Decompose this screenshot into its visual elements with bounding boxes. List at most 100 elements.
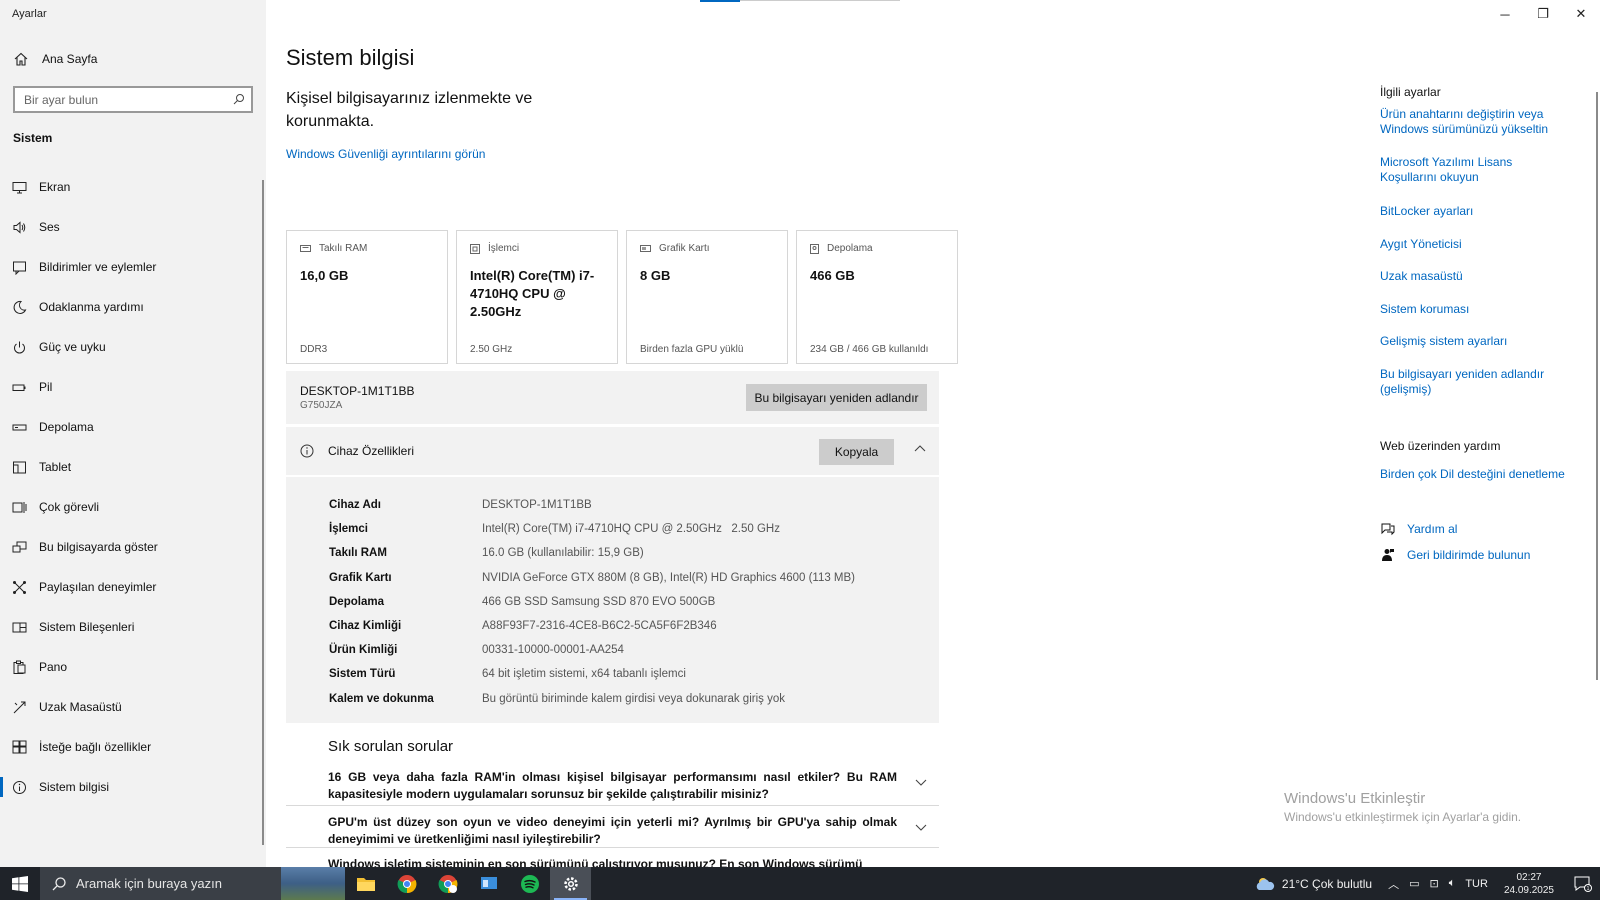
clock[interactable]: 02:27 24.09.2025 <box>1504 871 1554 897</box>
get-help-link[interactable]: Yardım al <box>1380 522 1457 536</box>
settings-search[interactable] <box>13 86 253 113</box>
language-indicator[interactable]: TUR <box>1465 878 1488 890</box>
system-tray: 21°C Çok bulutlu ︿ ▭ ⊡ 🔈︎ TUR 02:27 24.0… <box>1254 867 1600 900</box>
start-button[interactable] <box>0 867 40 900</box>
file-explorer-app[interactable] <box>345 867 386 900</box>
power-icon <box>14 341 25 353</box>
moon-icon <box>13 300 27 314</box>
device-specs-header[interactable]: Cihaz Özellikleri Kopyala <box>286 427 939 475</box>
faq-item[interactable]: Windows işletim sisteminin en son sürümü… <box>286 847 939 867</box>
card-label-text: Depolama <box>827 243 873 254</box>
sidebar-item-cok-gorevli[interactable]: Çok görevli <box>0 487 262 527</box>
spec-key: Cihaz Kimliği <box>329 620 402 633</box>
device-manager-link[interactable]: Aygıt Yöneticisi <box>1380 237 1570 252</box>
chevron-down-icon[interactable] <box>915 779 927 787</box>
search-input[interactable] <box>15 88 220 111</box>
license-terms-link[interactable]: Microsoft Yazılımı Lisans Koşullarını ok… <box>1380 155 1570 185</box>
product-key-link[interactable]: Ürün anahtarını değiştirin veya Windows … <box>1380 107 1570 137</box>
gpu-card: Grafik Kartı 8 GB Birden fazla GPU yüklü <box>626 230 788 364</box>
sidebar-item-goster[interactable]: Bu bilgisayarda göster <box>0 527 262 567</box>
card-label-text: Takılı RAM <box>319 243 368 254</box>
advanced-settings-link[interactable]: Gelişmiş sistem ayarları <box>1380 334 1570 349</box>
sidebar-scrollbar[interactable] <box>262 180 264 845</box>
rename-advanced-link[interactable]: Bu bilgisayarı yeniden adlandır (gelişmi… <box>1380 367 1570 397</box>
device-name-bar: DESKTOP-1M1T1BB G750JZA Bu bilgisayarı y… <box>286 371 939 424</box>
monitor-icon <box>12 181 27 193</box>
spec-value: Intel(R) Core(TM) i7-4710HQ CPU @ 2.50GH… <box>482 523 780 536</box>
chrome-app[interactable] <box>386 867 427 900</box>
sidebar-item-label: Pano <box>39 660 68 674</box>
restore-button[interactable]: ❐ <box>1524 0 1562 28</box>
meet-icon[interactable]: ▭ <box>1409 877 1419 890</box>
sidebar-item-label: Sistem bilgisi <box>39 780 110 794</box>
windows-logo-icon <box>12 875 28 892</box>
network-icon[interactable]: ⊡ <box>1430 877 1439 890</box>
sidebar-item-tablet[interactable]: Tablet <box>0 447 262 487</box>
sidebar-nav: Ekran Ses Bildirimler ve eylemler Odakla… <box>0 167 262 807</box>
sidebar-item-sistem-bilgisi[interactable]: Sistem bilgisi <box>0 767 262 807</box>
sidebar-item-guc[interactable]: Güç ve uyku <box>0 327 262 367</box>
chrome-profile-app[interactable] <box>427 867 468 900</box>
copy-button[interactable]: Kopyala <box>819 439 894 465</box>
sidebar-item-label: Güç ve uyku <box>39 340 106 354</box>
home-label: Ana Sayfa <box>42 52 98 66</box>
card-subtext: DDR3 <box>300 344 328 355</box>
minimize-button[interactable]: ─ <box>1486 0 1524 28</box>
close-button[interactable]: ✕ <box>1562 0 1600 28</box>
spotify-app[interactable] <box>509 867 550 900</box>
activation-subtitle: Windows'u etkinleştirmek için Ayarlar'a … <box>1284 810 1522 824</box>
spec-key: Cihaz Adı <box>329 499 381 512</box>
chevron-down-icon[interactable] <box>915 824 927 832</box>
sidebar-item-pil[interactable]: Pil <box>0 367 262 407</box>
card-label: İşlemci <box>470 243 604 254</box>
web-help-title: Web üzerinden yardım <box>1380 439 1501 453</box>
system-protection-link[interactable]: Sistem koruması <box>1380 302 1570 317</box>
sidebar-item-odaklanma[interactable]: Odaklanma yardımı <box>0 287 262 327</box>
language-support-link[interactable]: Birden çok Dil desteğini denetleme <box>1380 467 1600 482</box>
notification-center-button[interactable]: 1 <box>1566 876 1600 892</box>
remote-desktop-app[interactable] <box>468 867 509 900</box>
sidebar-item-paylasilan[interactable]: Paylaşılan deneyimler <box>0 567 262 607</box>
volume-icon[interactable]: 🔈︎ <box>1449 877 1456 890</box>
settings-app[interactable] <box>550 867 591 900</box>
faq-item[interactable]: 16 GB veya daha fazla RAM'in olması kişi… <box>286 761 939 805</box>
spec-value: NVIDIA GeForce GTX 880M (8 GB), Intel(R)… <box>482 571 856 584</box>
sidebar-item-bilesenler[interactable]: Sistem Bileşenleri <box>0 607 262 647</box>
taskbar-search[interactable]: Aramak için buraya yazın <box>40 867 281 900</box>
window-controls: ─ ❐ ✕ <box>1486 0 1600 28</box>
sidebar-item-ses[interactable]: Ses <box>0 207 262 247</box>
sidebar-item-label: Ekran <box>39 180 71 194</box>
notification-count: 1 <box>1587 886 1590 892</box>
window-app-icon <box>480 876 497 889</box>
security-details-link[interactable]: Windows Güvenliği ayrıntılarını görün <box>286 147 485 161</box>
sidebar-item-label: Ses <box>39 220 60 234</box>
faq-item[interactable]: GPU'm üst düzey son oyun ve video deneyi… <box>286 805 939 847</box>
sidebar-item-uzak-masaustu[interactable]: Uzak Masaüstü <box>0 687 262 727</box>
card-label: Takılı RAM <box>300 243 434 254</box>
spec-value: DESKTOP-1M1T1BB <box>482 499 592 512</box>
feedback-label: Geri bildirimde bulunun <box>1407 548 1531 562</box>
chevron-up-icon[interactable]: ︿ <box>1388 876 1399 892</box>
sidebar-item-istege-bagli[interactable]: İsteğe bağlı özellikler <box>0 727 262 767</box>
main-scrollbar[interactable] <box>1596 92 1598 680</box>
search-highlight-image[interactable] <box>281 867 345 900</box>
rename-pc-button[interactable]: Bu bilgisayarı yeniden adlandır <box>746 384 927 411</box>
chrome-profile-icon <box>438 874 457 893</box>
battery-icon <box>12 384 26 391</box>
chevron-up-icon[interactable] <box>914 444 926 452</box>
weather-widget[interactable]: 21°C Çok bulutlu <box>1254 876 1372 892</box>
sidebar-item-depolama[interactable]: Depolama <box>0 407 262 447</box>
notification-icon: 1 <box>1574 876 1592 892</box>
sidebar-item-pano[interactable]: Pano <box>0 647 262 687</box>
sidebar-item-ekran[interactable]: Ekran <box>0 167 262 207</box>
section-label: Sistem <box>13 131 53 145</box>
feedback-link[interactable]: Geri bildirimde bulunun <box>1380 548 1530 562</box>
home-link[interactable]: Ana Sayfa <box>14 52 97 66</box>
sidebar-item-label: Odaklanma yardımı <box>39 300 144 314</box>
bitlocker-link[interactable]: BitLocker ayarları <box>1380 204 1570 219</box>
spec-value: 64 bit işletim sistemi, x64 tabanlı işle… <box>482 668 686 681</box>
search-icon[interactable] <box>233 93 245 105</box>
project-icon <box>12 541 27 552</box>
sidebar-item-bildirimler[interactable]: Bildirimler ve eylemler <box>0 247 262 287</box>
remote-desktop-link[interactable]: Uzak masaüstü <box>1380 269 1570 284</box>
